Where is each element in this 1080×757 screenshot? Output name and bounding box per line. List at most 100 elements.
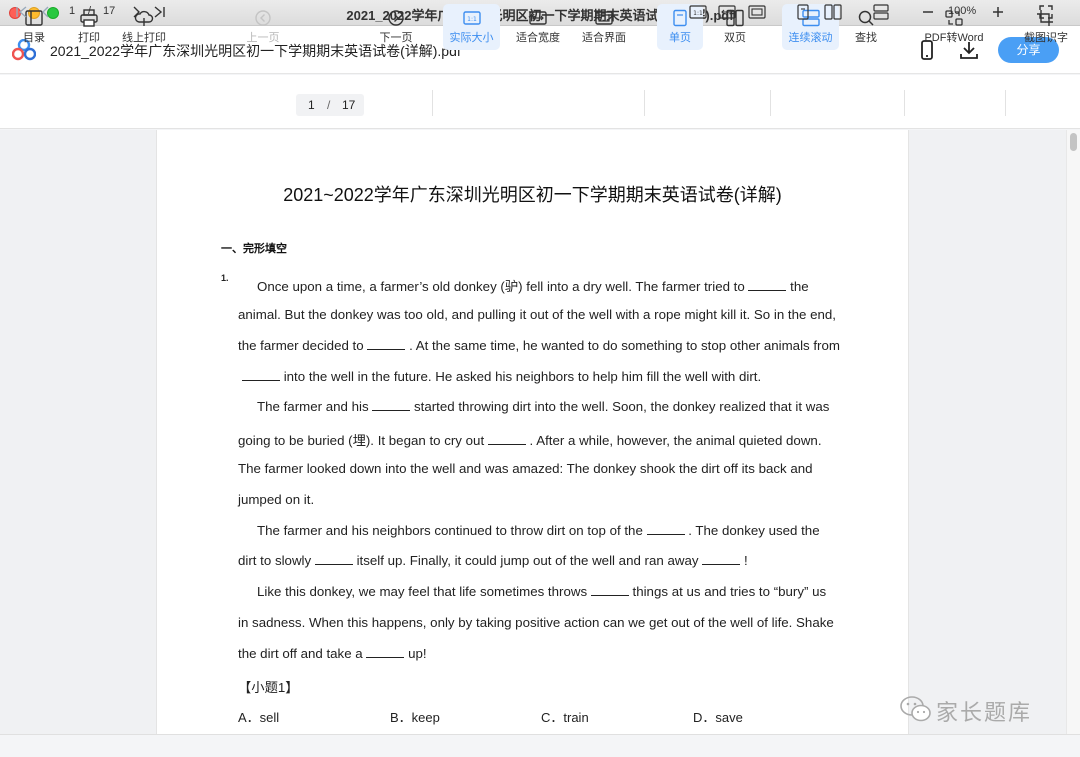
text-segment: . After a while, however, the animal qui… — [529, 433, 822, 448]
find-label: 查找 — [855, 32, 877, 44]
answer-blank — [590, 586, 629, 596]
svg-text:1:1: 1:1 — [467, 16, 477, 23]
status-total-pages: 17 — [103, 5, 116, 17]
answer-blank — [366, 648, 405, 658]
next-page-icon[interactable] — [128, 4, 144, 20]
passage-line: dirt to slowly itself up. Finally, it co… — [238, 553, 748, 568]
status-current-page[interactable]: 1 — [69, 5, 75, 17]
answer-blank — [748, 281, 787, 291]
app-window: 2021_2022学年广东深圳光明区初一下学期期末英语试卷 (详解).pdf 2… — [0, 0, 1080, 757]
answer-blank — [487, 435, 526, 445]
toolbar-divider — [644, 90, 645, 116]
prev-page-button[interactable]: 上一页 — [242, 4, 284, 50]
actual-size-label: 实际大小 — [449, 32, 494, 44]
watermark-text: 家长题库 — [936, 700, 1033, 725]
answer-blank — [242, 371, 280, 381]
text-segment: Once upon a time, a farmer’s old donkey … — [257, 279, 745, 294]
single-page-icon — [673, 9, 687, 27]
answer-blank — [372, 401, 411, 411]
vertical-scrollbar[interactable] — [1066, 130, 1080, 734]
passage-line: Once upon a time, a farmer’s old donkey … — [257, 276, 809, 295]
passage-line: going to be buried (埋). It began to cry … — [238, 430, 822, 449]
answer-blank — [646, 525, 685, 535]
print-label: 打印 — [78, 32, 100, 44]
double-page-icon[interactable] — [824, 4, 842, 20]
passage-line: The farmer and his started throwing dirt… — [257, 399, 829, 414]
text-segment: animal. But the donkey was too old, and … — [238, 307, 836, 322]
passage-line: into the well in the future. He asked hi… — [242, 369, 761, 384]
svg-text:1:1: 1:1 — [693, 10, 703, 17]
status-page-separator: / — [88, 5, 92, 17]
option-a: A．sell — [238, 710, 280, 725]
text-segment: dirt to slowly — [238, 553, 312, 568]
text-segment: up! — [408, 646, 427, 661]
last-page-icon[interactable] — [151, 4, 167, 20]
next-page-label: 下一页 — [379, 32, 413, 44]
text-segment: things at us and tries to “bury” us — [632, 584, 827, 599]
passage-line: The farmer looked down into the well and… — [238, 461, 813, 476]
answer-blank — [702, 555, 741, 565]
fullscreen-icon[interactable] — [1038, 4, 1054, 20]
scrollbar-thumb[interactable] — [1070, 133, 1077, 151]
zoom-out-icon[interactable] — [921, 4, 935, 20]
wechat-watermark-icon — [900, 696, 931, 722]
fit-width-icon[interactable] — [718, 4, 736, 20]
page-separator: / — [327, 98, 331, 112]
toolbar — [0, 75, 1080, 129]
text-segment: the farmer decided to — [238, 338, 364, 353]
fit-page-button[interactable]: 适合界面 — [576, 4, 632, 50]
first-page-icon[interactable] — [14, 4, 30, 20]
text-segment: Like this donkey, we may feel that life … — [257, 584, 588, 599]
current-page: 1 — [308, 98, 315, 112]
chevron-right-circle-icon — [388, 10, 404, 26]
fit-page-label: 适合界面 — [582, 32, 626, 44]
question-number: 1. — [221, 273, 229, 283]
continuous-scroll-label: 连续滚动 — [788, 32, 833, 44]
ocr-label: 截图识字 — [1024, 32, 1068, 44]
text-segment: jumped on it. — [238, 492, 315, 507]
next-page-button[interactable]: 下一页 — [375, 4, 417, 50]
answer-blank — [367, 340, 406, 350]
single-page-icon[interactable] — [795, 4, 811, 20]
toolbar-divider — [770, 90, 771, 116]
text-segment: The farmer and his — [257, 399, 369, 414]
text-segment: . At the same time, he wanted to do some… — [409, 338, 840, 353]
online-print-label: 线上打印 — [122, 32, 166, 44]
total-pages: 17 — [342, 98, 356, 112]
fit-page-icon[interactable] — [748, 4, 766, 20]
zoom-level[interactable]: 100% — [948, 5, 976, 17]
text-segment: The farmer and his neighbors continued t… — [257, 523, 643, 538]
option-d: D．save — [693, 710, 743, 725]
answer-blank — [314, 555, 353, 565]
fit-width-button[interactable]: 适合宽度 — [510, 4, 566, 50]
passage-line: in sadness. When this happens, only by t… — [238, 615, 834, 630]
text-segment: itself up. Finally, it could jump out of… — [356, 553, 699, 568]
actual-size-button[interactable]: 1:1 实际大小 — [443, 4, 500, 50]
passage-line: jumped on it. — [238, 492, 314, 507]
status-bar — [0, 734, 1080, 757]
fit-width-icon — [529, 11, 547, 25]
fit-page-icon — [595, 11, 613, 25]
text-segment: started throwing dirt into the well. Soo… — [414, 399, 830, 414]
passage-line: animal. But the donkey was too old, and … — [238, 307, 836, 322]
prev-page-icon[interactable] — [38, 4, 54, 20]
text-segment: going to be buried (埋). It began to cry … — [238, 433, 485, 448]
passage-line: the farmer decided to . At the same time… — [238, 338, 840, 353]
zoom-in-icon[interactable] — [991, 4, 1005, 20]
text-segment: The farmer looked down into the well and… — [238, 461, 813, 476]
text-segment: . The donkey used the — [688, 523, 820, 538]
text-segment: into the well in the future. He asked hi… — [283, 369, 762, 384]
prev-page-label: 上一页 — [246, 32, 280, 44]
toolbar-divider — [1005, 90, 1006, 116]
passage-line: Like this donkey, we may feel that life … — [257, 584, 826, 599]
actual-size-icon: 1:1 — [462, 11, 481, 25]
actual-size-icon[interactable]: 1:1 — [689, 4, 707, 20]
single-page-label: 单页 — [669, 32, 691, 44]
section-heading: 一、完形填空 — [221, 243, 287, 255]
toolbar-divider — [904, 90, 905, 116]
text-segment: in sadness. When this happens, only by t… — [238, 615, 834, 630]
pdf-to-word-label: PDF转Word — [924, 32, 984, 44]
text-segment: the dirt off and take a — [238, 646, 363, 661]
page-number-input[interactable]: 1 / 17 — [296, 94, 364, 116]
continuous-scroll-icon[interactable] — [872, 4, 890, 20]
